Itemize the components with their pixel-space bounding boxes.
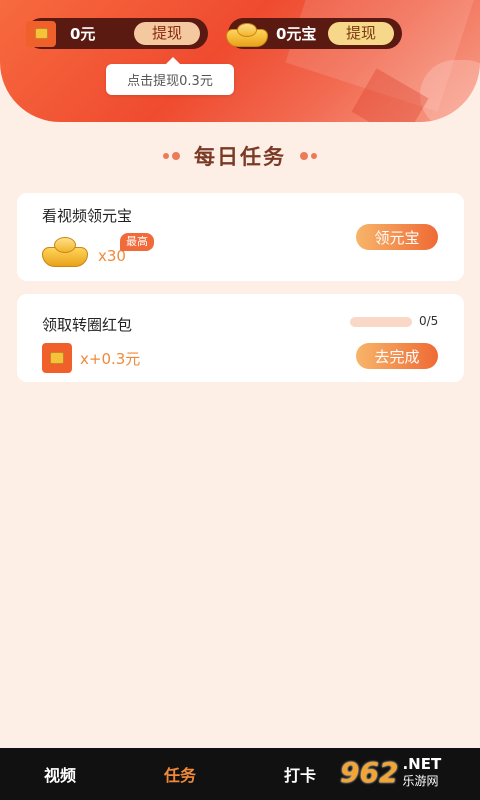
task-reward: x30 bbox=[42, 237, 126, 267]
reward-amount: x+0.3元 bbox=[80, 349, 141, 368]
red-packet-icon bbox=[42, 343, 72, 373]
site-watermark: 962 .NET 乐游网 bbox=[340, 748, 474, 796]
task-progress-text: 0/5 bbox=[419, 314, 439, 328]
tab-tasks[interactable]: 任务 bbox=[120, 748, 240, 800]
decoration-dots-left bbox=[160, 152, 180, 160]
task-reward: x+0.3元 bbox=[42, 343, 140, 373]
gold-withdraw-button[interactable]: 提现 bbox=[328, 22, 394, 45]
section-header: 每日任务 bbox=[0, 140, 480, 172]
task-title: 看视频领元宝 bbox=[42, 207, 133, 225]
watermark-site-name: 乐游网 bbox=[402, 774, 439, 788]
red-packet-icon bbox=[26, 20, 56, 47]
gold-ingot-icon bbox=[42, 237, 88, 267]
watermark-net: .NET bbox=[402, 755, 442, 773]
section-title: 每日任务 bbox=[194, 145, 286, 169]
go-complete-button[interactable]: 去完成 bbox=[356, 343, 438, 369]
withdraw-tooltip: 点击提现0.3元 bbox=[106, 57, 234, 95]
task-screen: 0元 提现 0元宝 提现 点击提现0.3元 每日任务 看视频领元宝 x30 最高… bbox=[0, 0, 480, 800]
cash-balance: 0元 bbox=[70, 25, 96, 43]
decoration-dots-right bbox=[300, 152, 320, 160]
task-progress-bar bbox=[350, 317, 412, 327]
task-title: 领取转圈红包 bbox=[42, 316, 133, 334]
task-card-watch-video: 看视频领元宝 x30 最高 领元宝 bbox=[17, 193, 464, 281]
gold-ingot-icon bbox=[226, 21, 268, 47]
header-banner: 0元 提现 0元宝 提现 bbox=[0, 0, 480, 122]
gold-balance: 0元宝 bbox=[276, 25, 317, 43]
cash-withdraw-button[interactable]: 提现 bbox=[134, 22, 200, 45]
cash-balance-pill: 0元 提现 bbox=[26, 18, 208, 49]
tab-video[interactable]: 视频 bbox=[0, 748, 120, 800]
max-badge: 最高 bbox=[120, 233, 154, 251]
claim-gold-button[interactable]: 领元宝 bbox=[356, 224, 438, 250]
gold-balance-pill: 0元宝 提现 bbox=[226, 18, 402, 49]
task-card-spin-redpacket: 领取转圈红包 0/5 x+0.3元 去完成 bbox=[17, 294, 464, 382]
watermark-number: 962 bbox=[340, 755, 399, 789]
